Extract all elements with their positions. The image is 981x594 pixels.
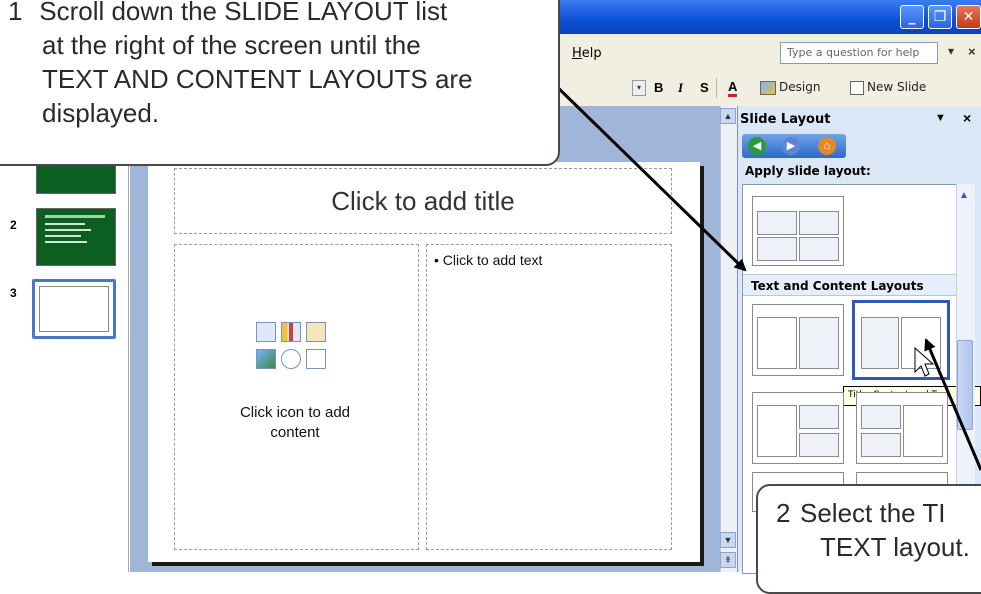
minimize-button[interactable]: _	[900, 5, 924, 29]
task-pane-title: Slide Layout	[740, 112, 831, 127]
layout-content-four[interactable]	[752, 196, 844, 266]
insert-picture-icon[interactable]	[256, 349, 276, 369]
content-hint-line2: content	[270, 424, 320, 441]
bullet-text: • Click to add text	[434, 252, 543, 268]
help-dropdown-icon[interactable]: ▾	[948, 44, 954, 58]
insert-media-icon[interactable]	[306, 349, 326, 369]
new-slide-icon	[850, 80, 864, 95]
slide-thumbnail-2[interactable]	[36, 208, 116, 266]
apply-layout-label: Apply slide layout:	[745, 164, 871, 178]
slide-thumbnail-3[interactable]	[32, 279, 116, 339]
toolbar-separator	[716, 78, 717, 98]
insert-clip-art-icon[interactable]	[306, 322, 326, 342]
design-icon	[760, 80, 776, 95]
callout-2-line2: TEXT layout.	[820, 532, 970, 562]
close-window-button[interactable]: ✕	[956, 5, 981, 29]
design-button[interactable]: Design	[760, 80, 820, 95]
callout-1-line1: Scroll down the SLIDE LAYOUT list	[39, 0, 448, 26]
slide-number-2: 2	[10, 218, 17, 232]
layout-list-scroll-thumb[interactable]	[957, 340, 973, 430]
task-pane-menu-icon[interactable]: ▼	[935, 112, 946, 124]
task-pane-navigation: ◀ ▶ ⌂	[742, 134, 846, 158]
scroll-up-icon[interactable]: ▲	[720, 108, 736, 124]
bold-button[interactable]: B	[654, 80, 663, 95]
layout-title-text-content[interactable]	[752, 304, 844, 376]
callout-2-line1: Select the TI	[800, 498, 946, 528]
back-icon[interactable]: ◀	[748, 137, 766, 155]
close-document-icon[interactable]: ×	[968, 44, 976, 59]
callout-2-number: 2	[776, 498, 791, 528]
content-hint: Click icon to add content	[200, 403, 390, 443]
section-text-content-layouts: Text and Content Layouts	[743, 274, 956, 296]
menu-help[interactable]: Help	[572, 46, 602, 61]
layout-title-text-two-content[interactable]	[752, 392, 844, 464]
workspace-scrollbar[interactable]	[720, 106, 737, 572]
callout-1-line2: at the right of the screen until the	[42, 30, 421, 60]
italic-button[interactable]: I	[678, 80, 683, 96]
callout-1-number: 1	[8, 0, 23, 26]
callout-step-1: 1 Scroll down the SLIDE LAYOUT list at t…	[0, 0, 560, 166]
help-question-input[interactable]: Type a question for help	[780, 42, 938, 64]
text-placeholder[interactable]	[426, 244, 672, 550]
content-placeholder[interactable]	[174, 244, 419, 550]
layout-title-content-text[interactable]	[852, 300, 950, 380]
layout-title-two-content-text[interactable]	[856, 392, 948, 464]
layout-scroll-up-icon[interactable]: ▲	[959, 190, 969, 201]
slide-number-3: 3	[10, 286, 17, 300]
bullet-text-label: Click to add text	[442, 252, 543, 268]
maximize-button[interactable]: ❐	[928, 5, 952, 29]
insert-chart-icon[interactable]	[281, 322, 301, 342]
callout-1-line4: displayed.	[42, 98, 160, 128]
previous-slide-icon[interactable]: ⇞	[720, 552, 736, 568]
title-placeholder-text: Click to add title	[331, 186, 515, 216]
callout-step-2: 2 Select the TI TEXT layout.	[756, 484, 981, 594]
design-label: Design	[779, 80, 821, 94]
font-size-dropdown-icon[interactable]: ▾	[632, 80, 646, 96]
insert-diagram-icon[interactable]	[281, 349, 301, 369]
new-slide-button[interactable]: New Slide	[850, 80, 926, 95]
shadow-button[interactable]: S	[700, 80, 709, 95]
task-pane-close-icon[interactable]: ×	[963, 110, 971, 126]
insert-table-icon[interactable]	[256, 322, 276, 342]
forward-icon[interactable]: ▶	[782, 137, 800, 155]
font-color-button[interactable]: A	[728, 80, 738, 97]
callout-1-line3: TEXT AND CONTENT LAYOUTS are	[42, 64, 473, 94]
new-slide-label: New Slide	[867, 80, 927, 94]
insert-content-icons	[256, 322, 328, 372]
home-icon[interactable]: ⌂	[818, 137, 836, 155]
scroll-down-icon[interactable]: ▼	[720, 532, 736, 548]
content-hint-line1: Click icon to add	[239, 404, 351, 421]
